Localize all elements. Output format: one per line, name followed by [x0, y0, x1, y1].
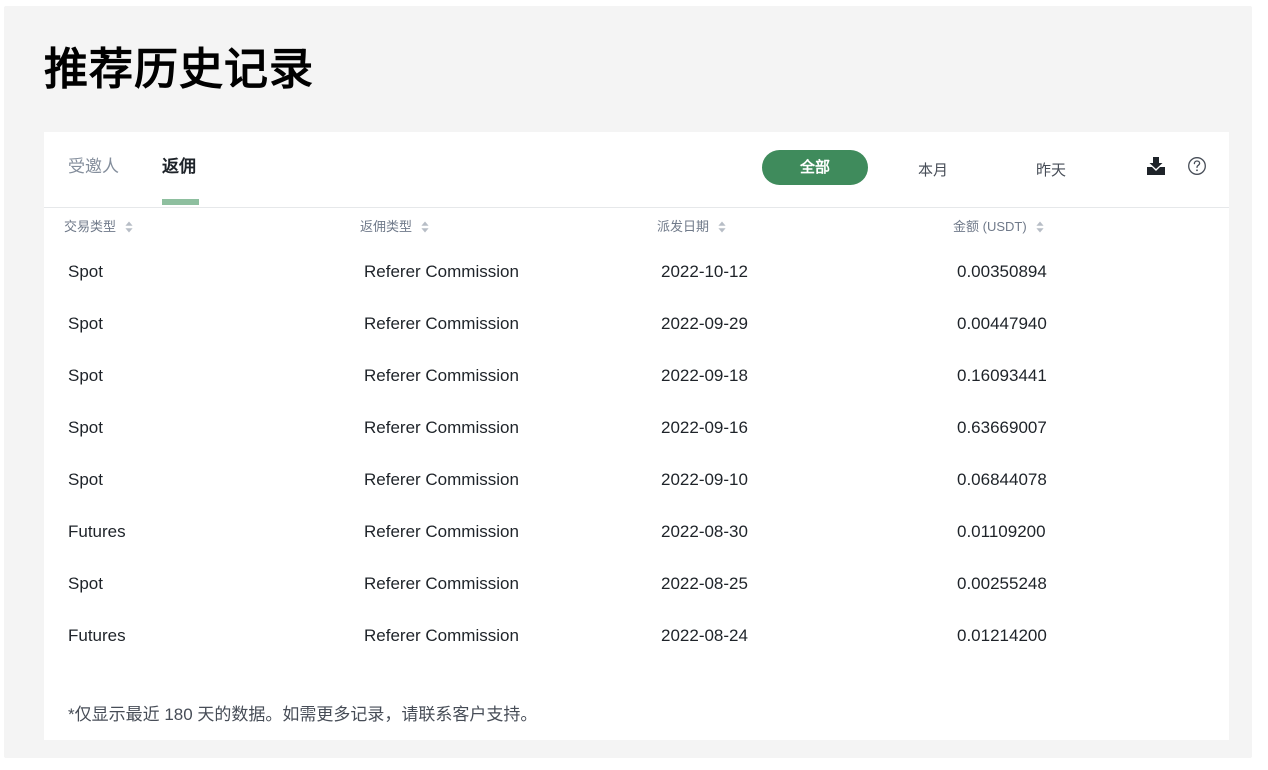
table-row: Spot Referer Commission 2022-09-10 0.068… [44, 467, 1229, 519]
page-panel: 推荐历史记录 受邀人 返佣 全部 本月 昨天 交易类型 返佣类型 派发日期 金额… [4, 6, 1252, 758]
cell-rebate-type: Referer Commission [364, 470, 519, 489]
filter-yesterday[interactable]: 昨天 [1036, 161, 1066, 181]
help-icon[interactable] [1187, 156, 1207, 176]
sort-icon [1036, 221, 1044, 233]
column-header-rebate-type[interactable]: 返佣类型 [360, 217, 430, 237]
cell-date: 2022-08-25 [661, 574, 748, 593]
column-header-label: 返佣类型 [360, 219, 413, 234]
table-row: Futures Referer Commission 2022-08-30 0.… [44, 519, 1229, 571]
cell-trade-type: Spot [68, 366, 103, 385]
cell-rebate-type: Referer Commission [364, 418, 519, 437]
sort-icon [125, 221, 133, 233]
column-header-label: 派发日期 [657, 219, 710, 234]
cell-amount: 0.00350894 [957, 262, 1047, 281]
filter-this-month[interactable]: 本月 [918, 161, 948, 181]
active-tab-indicator [162, 199, 199, 205]
cell-amount: 0.16093441 [957, 366, 1047, 385]
cell-amount: 0.01214200 [957, 626, 1047, 645]
cell-trade-type: Futures [68, 626, 126, 645]
sort-icon [718, 221, 726, 233]
page-title: 推荐历史记录 [44, 44, 314, 95]
cell-rebate-type: Referer Commission [364, 262, 519, 281]
cell-date: 2022-09-29 [661, 314, 748, 333]
data-retention-footnote: *仅显示最近 180 天的数据。如需更多记录，请联系客户支持。 [68, 705, 538, 724]
column-header-amount[interactable]: 金额 (USDT) [953, 217, 1045, 237]
table-row: Spot Referer Commission 2022-10-12 0.003… [44, 259, 1229, 311]
table-row: Spot Referer Commission 2022-09-18 0.160… [44, 363, 1229, 415]
cell-trade-type: Futures [68, 522, 126, 541]
cell-amount: 0.01109200 [957, 522, 1046, 541]
cell-rebate-type: Referer Commission [364, 314, 519, 333]
cell-rebate-type: Referer Commission [364, 366, 519, 385]
cell-amount: 0.00447940 [957, 314, 1047, 333]
cell-date: 2022-09-10 [661, 470, 748, 489]
table-row: Spot Referer Commission 2022-08-25 0.002… [44, 571, 1229, 623]
tab-rebates[interactable]: 返佣 [162, 155, 196, 179]
cell-date: 2022-10-12 [661, 262, 748, 281]
cell-trade-type: Spot [68, 262, 103, 281]
cell-date: 2022-09-18 [661, 366, 748, 385]
cell-amount: 0.06844078 [957, 470, 1047, 489]
cell-trade-type: Spot [68, 418, 103, 437]
cell-amount: 0.63669007 [957, 418, 1047, 437]
table-row: Spot Referer Commission 2022-09-29 0.004… [44, 311, 1229, 363]
download-icon[interactable] [1146, 156, 1166, 176]
sort-icon [421, 221, 429, 233]
column-header-trade-type[interactable]: 交易类型 [64, 217, 134, 237]
cell-date: 2022-08-24 [661, 626, 748, 645]
cell-amount: 0.00255248 [957, 574, 1047, 593]
column-header-distribution-date[interactable]: 派发日期 [657, 217, 727, 237]
tab-invitees[interactable]: 受邀人 [68, 155, 119, 179]
cell-rebate-type: Referer Commission [364, 626, 519, 645]
tabs-divider [44, 207, 1229, 208]
column-header-label: 交易类型 [64, 219, 117, 234]
filter-all-button[interactable]: 全部 [762, 150, 868, 185]
cell-trade-type: Spot [68, 470, 103, 489]
table-row: Futures Referer Commission 2022-08-24 0.… [44, 623, 1229, 675]
table-row: Spot Referer Commission 2022-09-16 0.636… [44, 415, 1229, 467]
cell-rebate-type: Referer Commission [364, 574, 519, 593]
cell-date: 2022-08-30 [661, 522, 748, 541]
cell-trade-type: Spot [68, 574, 103, 593]
column-header-label: 金额 (USDT) [953, 219, 1027, 234]
cell-trade-type: Spot [68, 314, 103, 333]
cell-rebate-type: Referer Commission [364, 522, 519, 541]
referral-history-card: 受邀人 返佣 全部 本月 昨天 交易类型 返佣类型 派发日期 金额 (USDT)… [44, 132, 1229, 740]
cell-date: 2022-09-16 [661, 418, 748, 437]
